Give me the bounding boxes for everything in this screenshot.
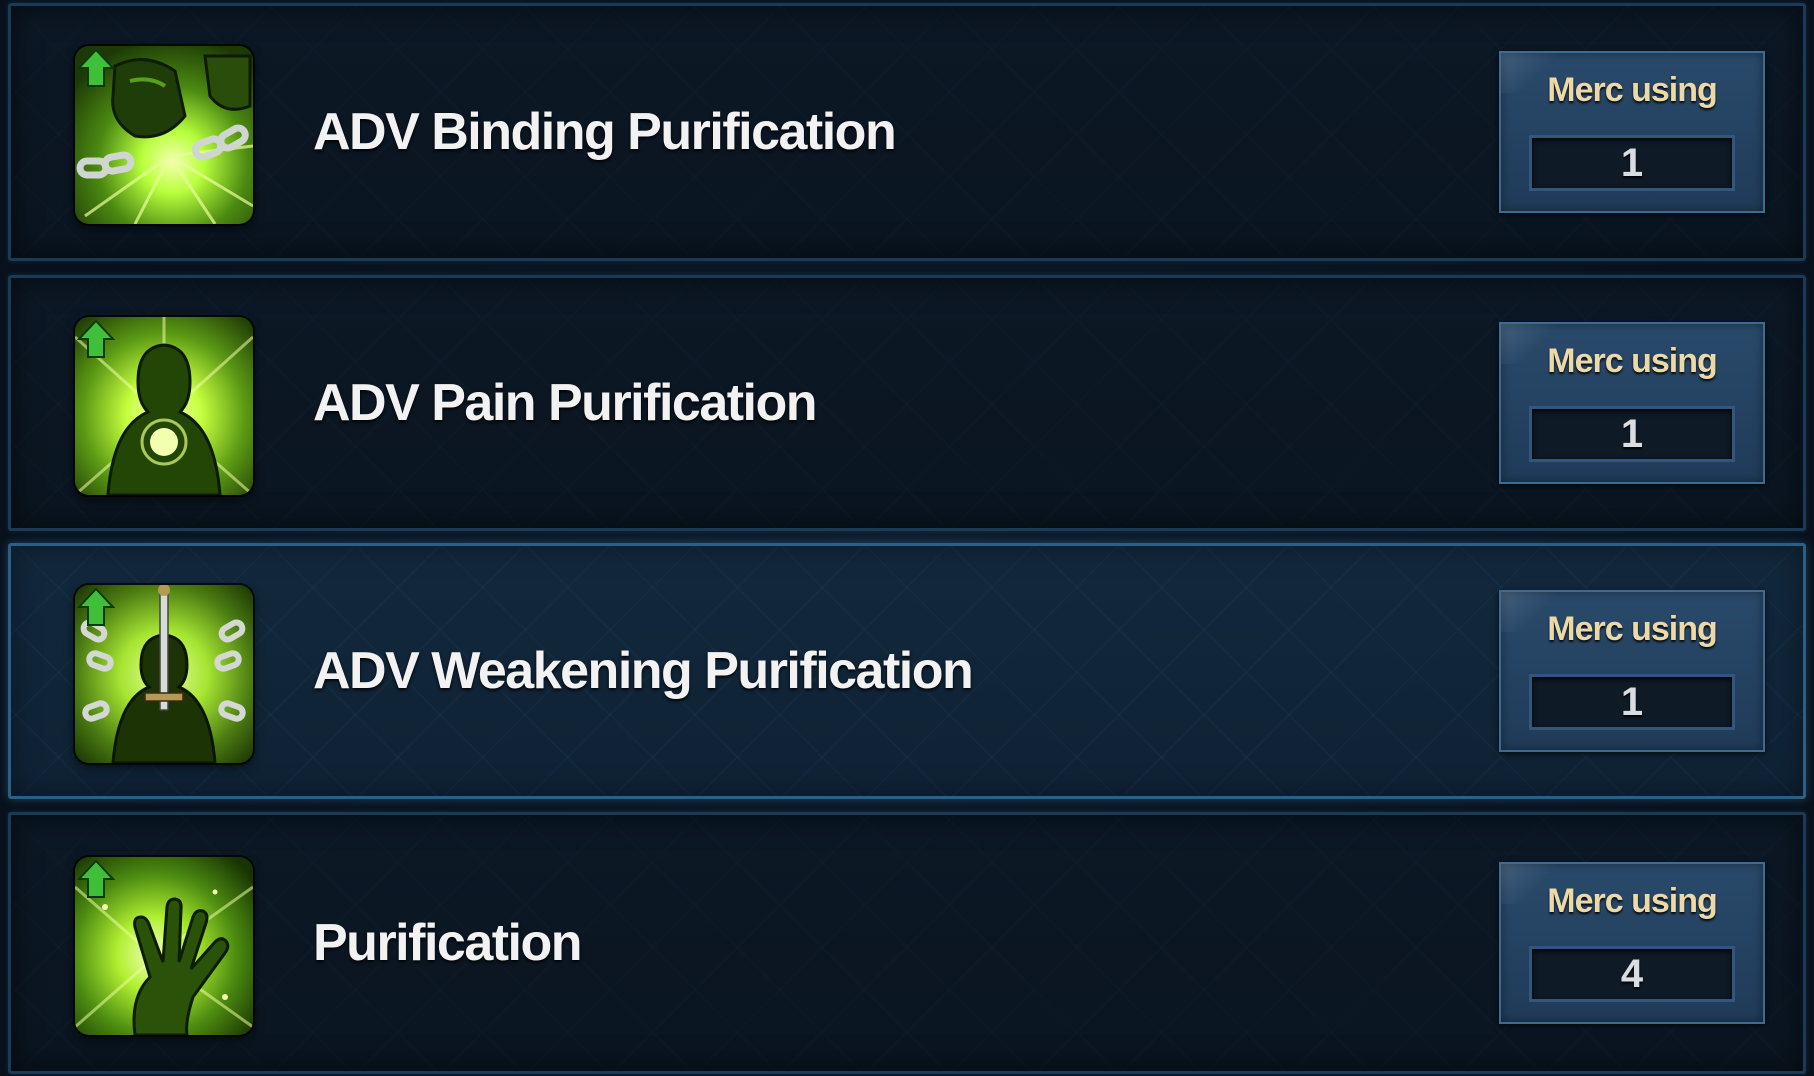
skill-name: ADV Binding Purification bbox=[313, 103, 897, 161]
merc-count-field: 4 bbox=[1529, 946, 1735, 1002]
skill-name: Purification bbox=[313, 914, 583, 972]
merc-using-label: Merc using bbox=[1547, 342, 1717, 380]
skill-row-pain-purification[interactable]: ADV Pain Purification Merc using 1 bbox=[8, 275, 1806, 531]
purification-icon bbox=[75, 857, 253, 1035]
skill-row-weakening-purification[interactable]: ADV Weakening Purification Merc using 1 bbox=[8, 543, 1806, 799]
merc-using-panel: Merc using 1 bbox=[1499, 590, 1765, 752]
up-arrow-icon bbox=[77, 48, 115, 87]
binding-purification-icon bbox=[75, 46, 253, 224]
skill-list: ADV Binding Purification Merc using 1 AD… bbox=[0, 0, 1814, 1076]
merc-using-panel: Merc using 1 bbox=[1499, 322, 1765, 484]
merc-count: 1 bbox=[1620, 140, 1644, 185]
merc-using-label: Merc using bbox=[1547, 882, 1717, 920]
skill-row-binding-purification[interactable]: ADV Binding Purification Merc using 1 bbox=[8, 3, 1806, 261]
merc-count: 1 bbox=[1620, 411, 1644, 456]
merc-using-label: Merc using bbox=[1547, 71, 1717, 109]
merc-using-panel: Merc using 4 bbox=[1499, 862, 1765, 1024]
up-arrow-icon bbox=[77, 319, 115, 358]
merc-count-field: 1 bbox=[1529, 406, 1735, 462]
pain-purification-icon bbox=[75, 317, 253, 495]
merc-using-panel: Merc using 1 bbox=[1499, 51, 1765, 213]
up-arrow-icon bbox=[77, 859, 115, 898]
skill-name: ADV Weakening Purification bbox=[313, 642, 974, 700]
skill-name: ADV Pain Purification bbox=[313, 374, 818, 432]
merc-count: 4 bbox=[1620, 951, 1644, 996]
up-arrow-icon bbox=[77, 587, 115, 626]
merc-using-label: Merc using bbox=[1547, 610, 1717, 648]
merc-count: 1 bbox=[1620, 679, 1644, 724]
merc-count-field: 1 bbox=[1529, 674, 1735, 730]
skill-row-purification[interactable]: Purification Merc using 4 bbox=[8, 812, 1806, 1074]
weakening-purification-icon bbox=[75, 585, 253, 763]
merc-count-field: 1 bbox=[1529, 135, 1735, 191]
